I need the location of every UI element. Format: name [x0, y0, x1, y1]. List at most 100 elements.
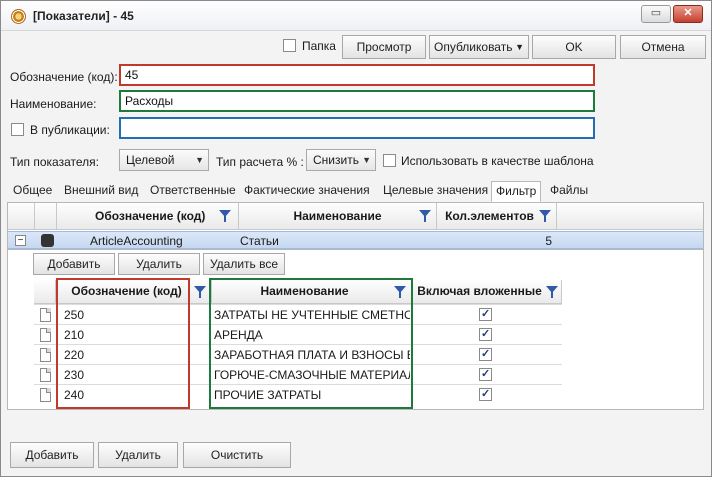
row-count: 5	[545, 234, 552, 248]
delete-all-button[interactable]: Удалить все	[203, 253, 285, 275]
nested-checkbox[interactable]	[479, 347, 492, 361]
template-checkbox[interactable]	[383, 154, 396, 167]
items-header-code[interactable]: Обозначение (код)	[56, 280, 212, 304]
window-title: [Показатели] - 45	[33, 9, 134, 23]
publication-field[interactable]	[119, 117, 595, 139]
name-label: Наименование:	[10, 97, 97, 111]
type-value: Целевой	[126, 153, 175, 167]
filter-icon[interactable]	[546, 286, 558, 298]
chevron-down-icon: ▼	[515, 42, 524, 52]
document-icon	[40, 308, 51, 322]
grid-line	[34, 304, 562, 305]
items-header-icon	[34, 280, 56, 304]
filter-icon[interactable]	[194, 286, 206, 298]
grid-line	[34, 364, 562, 365]
column-label: Включая вложенные	[417, 284, 542, 298]
item-code: 230	[64, 368, 85, 382]
document-icon	[40, 388, 51, 402]
bottom-toolbar: Добавить Удалить Очистить	[1, 435, 711, 477]
nested-checkbox[interactable]	[479, 367, 492, 381]
delete-item-button[interactable]: Удалить	[118, 253, 200, 275]
document-icon	[40, 368, 51, 382]
filter-icon[interactable]	[419, 210, 431, 222]
filter-icon[interactable]	[539, 210, 551, 222]
calc-value: Снизить	[313, 153, 359, 167]
publication-label: В публикации:	[30, 123, 110, 137]
item-code: 240	[64, 388, 85, 402]
tab-actual-values[interactable]: Фактические значения	[244, 181, 370, 202]
document-icon	[40, 348, 51, 362]
item-name: ПРОЧИЕ ЗАТРАТЫ	[214, 388, 322, 402]
tab-general[interactable]: Общее	[13, 181, 52, 202]
row-name: Статьи	[240, 234, 279, 248]
grid-header-count[interactable]: Кол.элементов	[437, 203, 557, 230]
nested-checkbox[interactable]	[479, 307, 492, 321]
code-field[interactable]: 45	[119, 64, 595, 86]
folder-label: Папка	[302, 39, 336, 53]
minimize-button[interactable]: ▭	[641, 5, 671, 23]
row-code: ArticleAccounting	[90, 234, 183, 248]
column-label: Наименование	[293, 209, 382, 223]
grid-line	[34, 384, 562, 385]
column-label: Наименование	[260, 284, 349, 298]
nested-checkbox[interactable]	[479, 327, 492, 341]
code-label: Обозначение (код):	[10, 70, 118, 84]
add-item-button[interactable]: Добавить	[33, 253, 115, 275]
grid-header-expand	[8, 203, 35, 230]
publish-button[interactable]: Опубликовать ▼	[429, 35, 529, 59]
tab-filter[interactable]: Фильтр	[491, 181, 542, 202]
tab-target-values[interactable]: Целевые значения	[383, 181, 488, 202]
app-icon	[11, 9, 26, 24]
close-icon: ✕	[683, 7, 693, 19]
item-name: ЗАРАБОТНАЯ ПЛАТА И ВЗНОСЫ ВО	[214, 348, 410, 362]
item-name: АРЕНДА	[214, 328, 263, 342]
grid-header-code[interactable]: Обозначение (код)	[57, 203, 239, 230]
publish-label: Опубликовать	[434, 40, 513, 54]
filter-icon[interactable]	[394, 286, 406, 298]
template-label: Использовать в качестве шаблона	[401, 154, 594, 168]
bottom-delete-button[interactable]: Удалить	[98, 442, 178, 468]
minimize-icon: ▭	[650, 7, 662, 19]
column-label: Обозначение (код)	[71, 284, 182, 298]
view-button[interactable]: Просмотр	[342, 35, 426, 59]
document-icon	[40, 328, 51, 342]
title-bar: [Показатели] - 45 ▭ ✕	[1, 1, 711, 31]
grid-line	[34, 344, 562, 345]
filter-icon[interactable]	[219, 210, 231, 222]
close-button[interactable]: ✕	[673, 5, 703, 23]
chevron-down-icon: ▼	[362, 155, 371, 165]
filter-item-icon	[41, 234, 54, 247]
bottom-add-button[interactable]: Добавить	[10, 442, 94, 468]
name-field[interactable]: Расходы	[119, 90, 595, 112]
items-header-name[interactable]: Наименование	[212, 280, 412, 304]
column-label: Кол.элементов	[445, 209, 534, 223]
tab-responsible[interactable]: Ответственные	[150, 181, 236, 202]
item-name: ГОРЮЧЕ-СМАЗОЧНЫЕ МАТЕРИАЛ	[214, 368, 410, 382]
publication-checkbox[interactable]	[11, 123, 24, 136]
item-code: 220	[64, 348, 85, 362]
filter-grid: Обозначение (код) Наименование Кол.элеме…	[7, 202, 704, 250]
calc-select[interactable]: Снизить ▼	[306, 149, 376, 171]
grid-line	[34, 324, 562, 325]
column-label: Обозначение (код)	[95, 209, 206, 223]
tab-files[interactable]: Файлы	[550, 181, 588, 202]
grid-header-empty	[557, 203, 703, 230]
items-header-nested[interactable]: Включая вложенные	[412, 280, 562, 304]
cancel-button[interactable]: Отмена	[620, 35, 706, 59]
item-code: 210	[64, 328, 85, 342]
chevron-down-icon: ▼	[195, 155, 204, 165]
items-panel: Добавить Удалить Удалить все Обозначение…	[7, 250, 704, 410]
tab-appearance[interactable]: Внешний вид	[64, 181, 138, 202]
table-row[interactable]: − ArticleAccounting Статьи 5	[8, 231, 703, 249]
folder-checkbox[interactable]	[283, 39, 296, 52]
clear-button[interactable]: Очистить	[183, 442, 291, 468]
item-name: ЗАТРАТЫ НЕ УЧТЕННЫЕ СМЕТНОЙ	[214, 308, 410, 322]
collapse-button[interactable]: −	[15, 235, 26, 246]
nested-checkbox[interactable]	[479, 387, 492, 401]
item-code: 250	[64, 308, 85, 322]
dialog-window: [Показатели] - 45 ▭ ✕ Папка Просмотр Опу…	[0, 0, 712, 477]
type-select[interactable]: Целевой ▼	[119, 149, 209, 171]
type-label: Тип показателя:	[10, 155, 99, 169]
grid-header-name[interactable]: Наименование	[239, 203, 437, 230]
ok-button[interactable]: OK	[532, 35, 616, 59]
